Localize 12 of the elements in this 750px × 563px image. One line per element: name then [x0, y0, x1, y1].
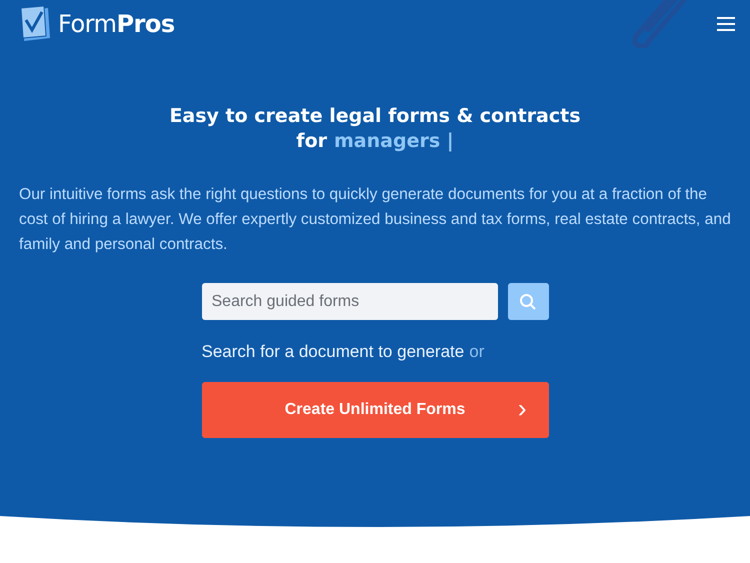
headline: Easy to create legal forms & contracts [169, 104, 581, 129]
logo-text: FormPros [58, 10, 175, 38]
headline-highlight: managers | [334, 129, 454, 154]
search-icon [519, 292, 537, 310]
headline: for [296, 129, 327, 154]
create-forms-button[interactable]: Create Unlimited Forms › [202, 382, 548, 438]
helper-or: or [469, 342, 484, 362]
menu-button[interactable] [716, 16, 736, 32]
search-field[interactable]: Search guided forms [202, 283, 498, 320]
helper-text: Search for a document to generate [202, 342, 464, 362]
chevron-icon: › [518, 395, 526, 421]
description: Our intuitive forms ask the right questions to quickly generate documents for you at a fraction of the cost of hiring a lawyer. We offer expertly customized business and tax forms, real estate contracts, and family and personal contracts. [19, 185, 732, 255]
